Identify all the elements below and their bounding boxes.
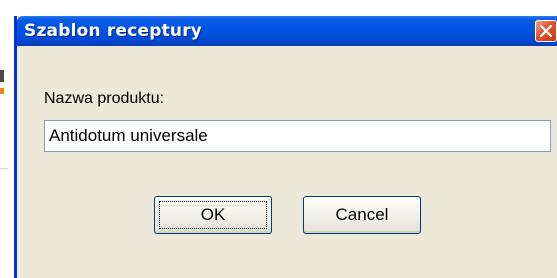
close-button[interactable] <box>535 20 557 42</box>
background-fragment <box>0 88 4 94</box>
ok-button[interactable]: OK <box>154 196 272 234</box>
background-window-edge <box>0 0 14 264</box>
cancel-button-label: Cancel <box>335 205 389 224</box>
product-name-label: Nazwa produktu: <box>44 90 165 107</box>
cancel-button[interactable]: Cancel <box>303 196 421 234</box>
background-fragment <box>0 70 4 82</box>
focus-rectangle <box>159 201 267 229</box>
background-fragment <box>0 168 8 169</box>
recipe-template-dialog: Szablon receptury Nazwa produktu: OK Can… <box>14 16 557 278</box>
product-name-input[interactable] <box>44 120 551 152</box>
close-icon <box>540 25 552 37</box>
dialog-titlebar[interactable]: Szablon receptury <box>17 16 557 46</box>
dialog-title: Szablon receptury <box>24 21 203 41</box>
